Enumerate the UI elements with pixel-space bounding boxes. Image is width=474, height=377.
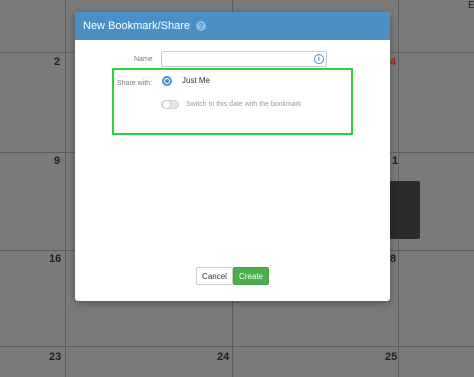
calendar-day[interactable]: 25 (385, 351, 397, 363)
cancel-button[interactable]: Cancel (196, 267, 233, 285)
calendar-day[interactable]: 4 (390, 56, 396, 68)
calendar-column-divider (65, 0, 66, 377)
share-with-label: Share with: (117, 80, 153, 87)
calendar-day[interactable]: 1 (392, 155, 398, 167)
calendar-day[interactable]: 23 (49, 351, 61, 363)
calendar-day[interactable]: 9 (54, 155, 60, 167)
calendar-event-block[interactable] (390, 181, 420, 239)
dialog-title: New Bookmark/Share (83, 20, 190, 32)
name-label: Name (134, 56, 153, 63)
calendar-day[interactable]: 2 (54, 56, 60, 68)
create-button[interactable]: Create (233, 267, 269, 285)
calendar-day[interactable]: 24 (217, 351, 229, 363)
calendar-day[interactable]: 16 (49, 253, 61, 265)
calendar-partial-text: E (468, 0, 474, 11)
question-mark-icon[interactable]: ? (196, 21, 206, 31)
calendar-row-divider (0, 346, 474, 347)
dialog-header: New Bookmark/Share ? (75, 12, 390, 40)
info-icon[interactable]: i (314, 54, 324, 64)
new-bookmark-dialog: New Bookmark/Share ? Name i Share with: … (75, 12, 390, 301)
just-me-radio[interactable] (162, 76, 172, 86)
just-me-label[interactable]: Just Me (182, 76, 210, 85)
name-input[interactable] (161, 51, 327, 67)
switch-date-toggle[interactable] (161, 100, 179, 109)
calendar-day[interactable]: 8 (390, 253, 396, 265)
switch-date-label: Switch to this date with the bookmark (186, 101, 302, 108)
